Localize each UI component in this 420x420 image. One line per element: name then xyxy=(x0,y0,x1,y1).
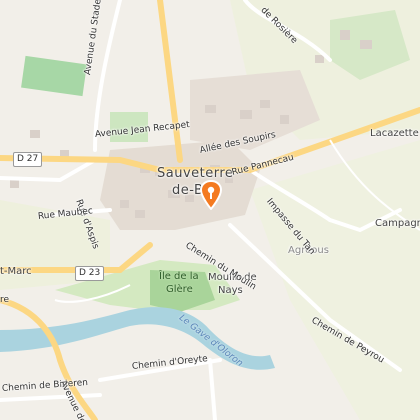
place-label-moulin-line2: Nays xyxy=(218,285,243,296)
place-label-saint-marc: t-Marc xyxy=(0,266,32,277)
map-pin-icon xyxy=(200,180,222,210)
place-label-campagne: Campagne xyxy=(375,218,420,229)
map-view[interactable]: Sauveterre de-Bé Lacazette Campagne Agre… xyxy=(0,0,420,420)
road-label-cut-left: re xyxy=(0,295,10,305)
island-label-line2: Glère xyxy=(166,284,193,295)
road-shield-d23: D 23 xyxy=(75,266,105,281)
town-label-line1: Sauveterre xyxy=(157,166,234,181)
island-label-line1: Île de la xyxy=(159,271,199,282)
place-label-lacazette: Lacazette xyxy=(370,128,419,139)
location-marker-pin[interactable] xyxy=(200,180,222,210)
road-shield-d27: D 27 xyxy=(13,152,43,167)
